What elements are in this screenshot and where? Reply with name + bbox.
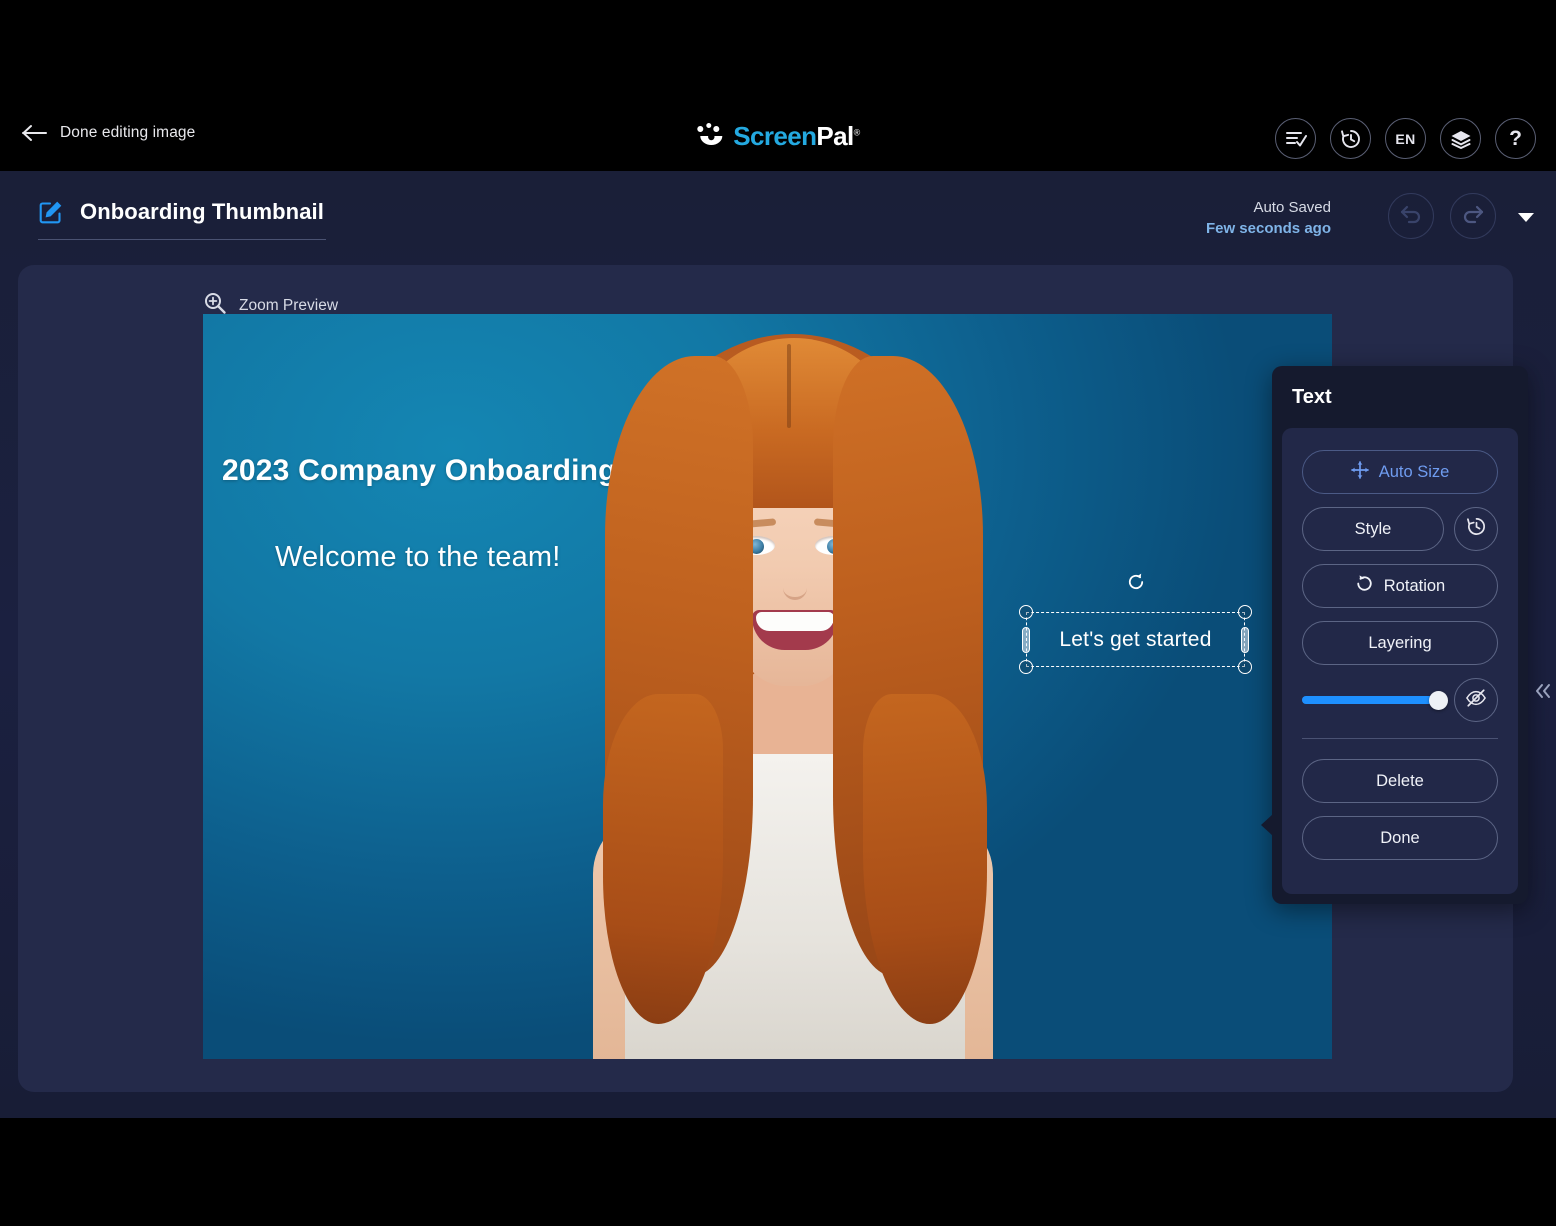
editor-body: Onboarding Thumbnail Auto Saved Few seco…	[0, 171, 1556, 1118]
rotation-label: Rotation	[1383, 576, 1446, 595]
opacity-slider-track[interactable]	[1302, 690, 1448, 710]
collapse-panel-button[interactable]	[1532, 676, 1554, 710]
text-properties-panel: Text Auto Size Style Rotation Layering D…	[1261, 366, 1528, 904]
delete-label: Delete	[1376, 771, 1424, 790]
project-title-row: Onboarding Thumbnail	[38, 199, 324, 225]
help-button[interactable]: ?	[1495, 118, 1536, 159]
resize-handle-left-middle[interactable]	[1022, 626, 1030, 653]
selected-text-value[interactable]: Let's get started	[1026, 612, 1245, 667]
bottom-letterbox	[0, 1118, 1556, 1226]
brand-registered-mark: ®	[853, 127, 861, 138]
rotate-icon[interactable]	[1126, 572, 1146, 592]
layers-icon	[1450, 129, 1472, 149]
style-history-button[interactable]	[1454, 507, 1498, 551]
resize-handle-right-middle[interactable]	[1241, 626, 1249, 653]
auto-size-label: Auto Size	[1378, 462, 1450, 481]
subject-photo	[533, 314, 1053, 1059]
done-editing-image-label: Done editing image	[60, 124, 196, 141]
opacity-row	[1302, 678, 1498, 722]
autosave-status: Auto Saved Few seconds ago	[1206, 197, 1331, 240]
top-icon-group: EN ?	[1275, 118, 1536, 159]
auto-size-button[interactable]: Auto Size	[1302, 450, 1498, 494]
rotation-button[interactable]: Rotation	[1302, 564, 1498, 608]
language-label: EN	[1395, 130, 1416, 147]
arrow-left-icon	[22, 124, 48, 142]
history-button[interactable]	[1330, 118, 1371, 159]
selected-text-object[interactable]: Let's get started	[1019, 573, 1252, 674]
visibility-toggle-button[interactable]	[1454, 678, 1498, 722]
layers-button[interactable]	[1440, 118, 1481, 159]
rotate-cw-icon	[1355, 574, 1374, 598]
history-clock-icon	[1466, 516, 1487, 542]
chevron-double-left-icon	[1533, 681, 1553, 706]
panel-pointer	[1261, 814, 1273, 836]
canvas-subheadline-text[interactable]: Welcome to the team!	[275, 541, 561, 574]
screenpal-logo: ScreenPal®	[696, 121, 861, 151]
redo-arrow-icon	[1461, 203, 1485, 230]
panel-divider	[1302, 738, 1498, 739]
eye-off-icon	[1465, 688, 1487, 713]
checklist-button[interactable]	[1275, 118, 1316, 159]
resize-handle-top-right[interactable]	[1238, 605, 1252, 619]
help-question-icon: ?	[1509, 126, 1522, 150]
brand-word-pal: Pal	[816, 121, 854, 151]
style-row: Style	[1302, 507, 1498, 551]
opacity-slider[interactable]	[1302, 678, 1448, 722]
undo-arrow-icon	[1399, 203, 1423, 230]
language-button[interactable]: EN	[1385, 118, 1426, 159]
checklist-icon	[1285, 129, 1307, 149]
done-button[interactable]: Done	[1302, 816, 1498, 860]
project-title-underline	[38, 239, 326, 240]
redo-button[interactable]	[1450, 193, 1496, 239]
undo-redo-group	[1388, 193, 1496, 239]
edit-pencil-square-icon[interactable]	[38, 199, 64, 225]
opacity-slider-knob[interactable]	[1428, 690, 1448, 710]
opacity-slider-fill	[1302, 696, 1439, 704]
style-button[interactable]: Style	[1302, 507, 1444, 551]
brand-wordmark: ScreenPal®	[733, 121, 861, 151]
move-arrows-icon	[1350, 460, 1369, 484]
autosave-time: Few seconds ago	[1205, 220, 1331, 238]
screenpal-logo-icon	[696, 121, 726, 151]
zoom-preview-label: Zoom Preview	[239, 296, 339, 314]
page-title: Onboarding Thumbnail	[80, 199, 324, 224]
delete-button[interactable]: Delete	[1302, 759, 1498, 803]
layering-button[interactable]: Layering	[1302, 621, 1498, 665]
text-panel-content: Auto Size Style Rotation Layering Delete…	[1282, 428, 1518, 894]
top-toolbar: Done editing image ScreenPal® EN ?	[0, 0, 1556, 171]
resize-handle-top-left[interactable]	[1019, 605, 1033, 619]
caret-down-icon[interactable]	[1518, 213, 1534, 222]
resize-handle-bottom-left[interactable]	[1019, 660, 1033, 674]
brand-word-screen: Screen	[733, 121, 817, 151]
style-label: Style	[1354, 519, 1392, 538]
undo-button[interactable]	[1388, 193, 1434, 239]
done-editing-image-button[interactable]: Done editing image	[14, 120, 203, 146]
done-label: Done	[1380, 828, 1420, 847]
text-panel-title: Text	[1292, 386, 1332, 408]
autosave-label: Auto Saved	[1253, 199, 1331, 216]
layering-label: Layering	[1368, 633, 1432, 652]
history-clock-icon	[1340, 128, 1362, 150]
screenpal-image-editor: Done editing image ScreenPal® EN ? Onboa…	[0, 0, 1556, 1226]
image-canvas[interactable]: 2023 Company Onboarding Welcome to the t…	[203, 314, 1332, 1059]
resize-handle-bottom-right[interactable]	[1238, 660, 1252, 674]
